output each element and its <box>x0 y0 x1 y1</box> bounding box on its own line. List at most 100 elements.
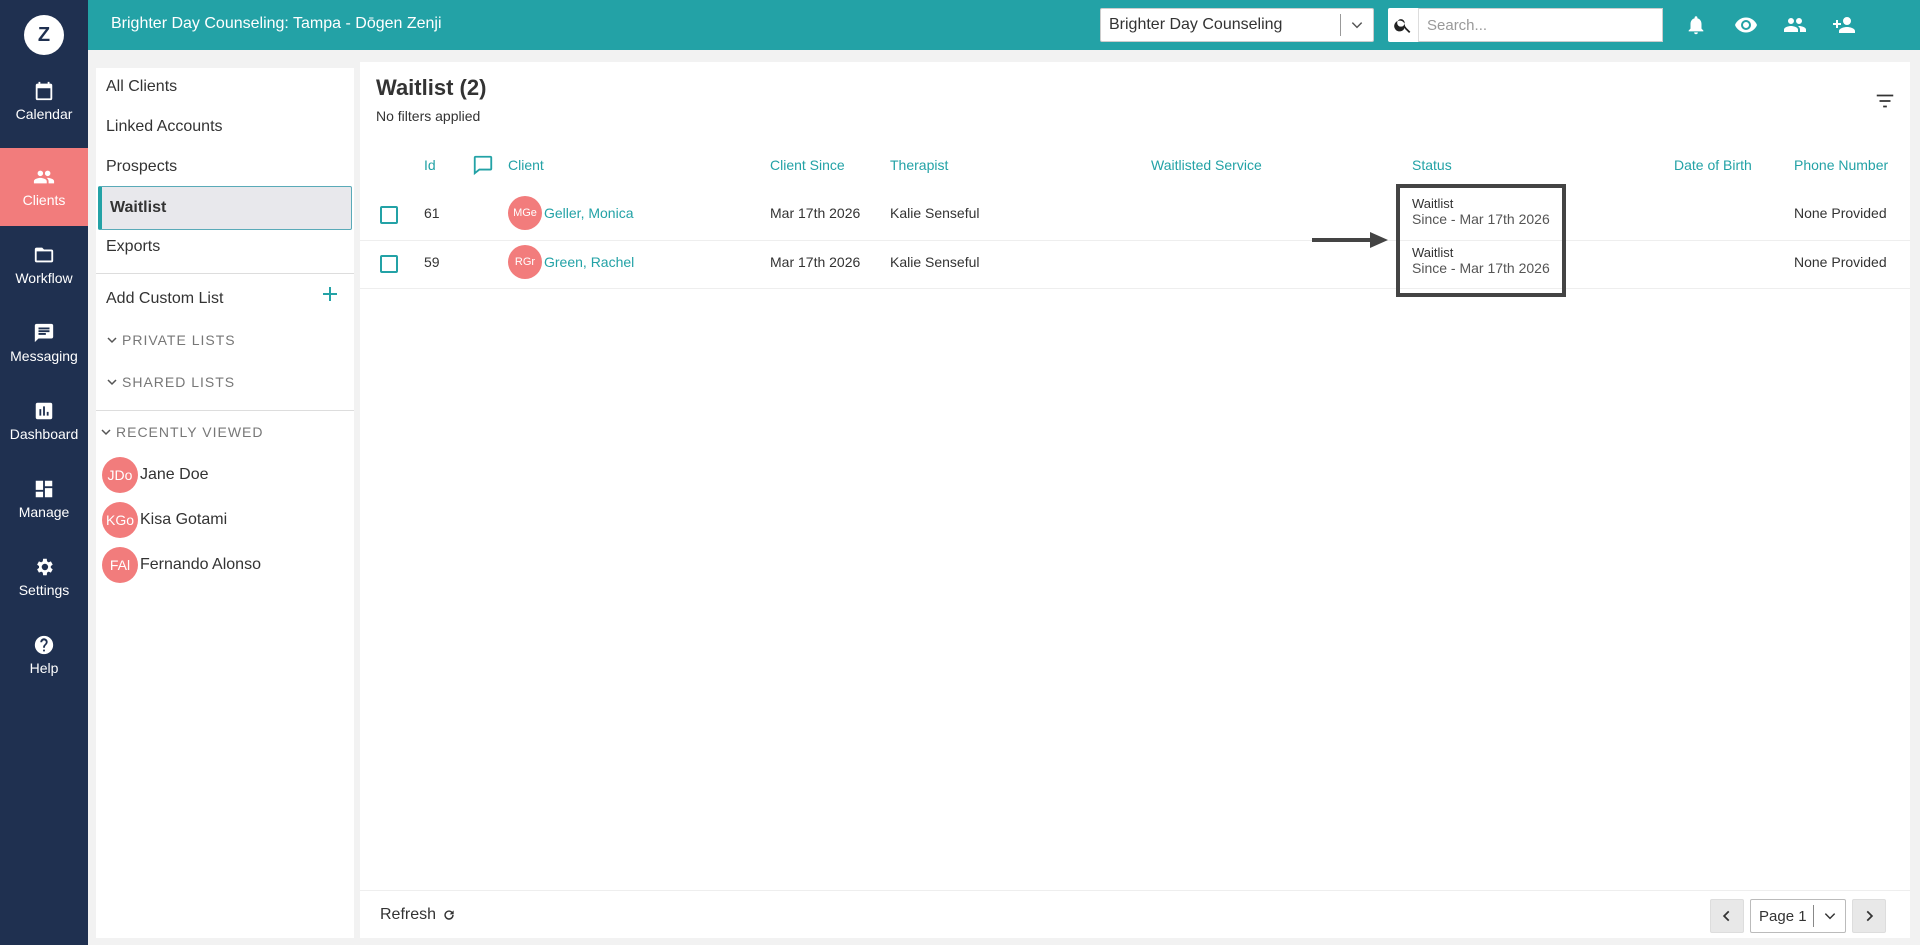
recent-client-item[interactable]: FAl Fernando Alonso <box>102 547 261 583</box>
arrow-right-icon <box>1312 232 1388 248</box>
nav-messaging[interactable]: Messaging <box>0 304 88 382</box>
nav-workflow[interactable]: Workflow <box>0 226 88 304</box>
status-highlight-box <box>1396 184 1566 297</box>
sidebar-item-prospects[interactable]: Prospects <box>106 158 177 176</box>
avatar: MGe <box>508 196 542 230</box>
shared-lists-toggle[interactable]: SHARED LISTS <box>106 374 235 390</box>
left-nav: Z Calendar Clients Workflow Messaging Da… <box>0 0 88 945</box>
add-client-button[interactable] <box>1831 13 1857 37</box>
phone-number: None Provided <box>1794 254 1887 270</box>
column-header-date-of-birth[interactable]: Date of Birth <box>1674 157 1752 173</box>
recent-client-name: Kisa Gotami <box>140 511 228 528</box>
sidebar-item-linked-accounts[interactable]: Linked Accounts <box>106 118 223 136</box>
calendar-icon <box>35 81 53 101</box>
recently-viewed-label: RECENTLY VIEWED <box>116 424 264 440</box>
row-checkbox[interactable] <box>380 206 398 224</box>
plus-icon[interactable] <box>320 284 340 304</box>
nav-clients-label: Clients <box>22 192 66 208</box>
nav-manage[interactable]: Manage <box>0 460 88 538</box>
row-checkbox[interactable] <box>380 255 398 273</box>
chevron-left-icon <box>1722 910 1730 922</box>
refresh-icon <box>444 910 454 920</box>
client-id: 59 <box>424 254 440 270</box>
filter-icon[interactable] <box>1874 90 1896 112</box>
row-divider <box>360 240 1910 241</box>
nav-dashboard[interactable]: Dashboard <box>0 382 88 460</box>
chevron-down-icon <box>107 379 117 386</box>
practice-title: Brighter Day Counseling: Tampa - Dōgen Z… <box>111 15 442 32</box>
column-header-status[interactable]: Status <box>1412 157 1452 173</box>
search-button[interactable] <box>1388 8 1418 42</box>
column-header-client[interactable]: Client <box>508 157 544 173</box>
page-title: Waitlist (2) <box>376 75 487 100</box>
main-content: Waitlist (2) No filters applied Id Clien… <box>360 62 1910 938</box>
client-link[interactable]: MGe Geller, Monica <box>508 196 633 230</box>
chevron-down-icon <box>107 337 117 344</box>
previous-page-button[interactable] <box>1710 899 1744 933</box>
gear-icon <box>37 558 53 576</box>
notifications-button[interactable] <box>1683 13 1709 37</box>
recent-client-item[interactable]: KGo Kisa Gotami <box>102 502 227 538</box>
page-select[interactable]: Page 1 <box>1750 899 1846 933</box>
chevron-right-icon <box>1866 910 1874 922</box>
client-since: Mar 17th 2026 <box>770 205 861 221</box>
client-link[interactable]: RGr Green, Rachel <box>508 245 634 279</box>
add-custom-list-link[interactable]: Add Custom List <box>106 290 223 308</box>
client-lists-sidebar: All Clients Linked Accounts Prospects Wa… <box>96 68 354 938</box>
recently-viewed-toggle[interactable]: RECENTLY VIEWED <box>100 424 264 440</box>
sidebar-item-exports[interactable]: Exports <box>106 238 160 256</box>
private-lists-toggle[interactable]: PRIVATE LISTS <box>106 332 236 348</box>
dashboard-icon <box>35 480 53 498</box>
nav-dashboard-label: Dashboard <box>9 426 79 442</box>
nav-help-label: Help <box>29 660 59 676</box>
nav-workflow-label: Workflow <box>15 270 73 286</box>
view-as-button[interactable] <box>1733 13 1759 37</box>
next-page-button[interactable] <box>1852 899 1886 933</box>
shared-lists-label: SHARED LISTS <box>122 374 236 390</box>
therapist-name: Kalie Senseful <box>890 254 980 270</box>
column-header-waitlisted-service[interactable]: Waitlisted Service <box>1151 157 1262 173</box>
sidebar-item-waitlist[interactable]: Waitlist <box>98 186 352 230</box>
nav-messaging-label: Messaging <box>10 348 78 364</box>
nav-calendar[interactable]: Calendar <box>0 62 88 140</box>
footer-divider <box>360 890 1910 891</box>
filters-status: No filters applied <box>376 108 481 124</box>
organization-select[interactable]: Brighter Day Counseling <box>1100 8 1374 42</box>
avatar: RGr <box>508 245 542 279</box>
nav-clients[interactable]: Clients <box>0 148 88 226</box>
nav-help[interactable]: Help <box>0 616 88 694</box>
client-name: Green, Rachel <box>544 254 635 270</box>
organization-select-value: Brighter Day Counseling <box>1109 16 1283 33</box>
client-since: Mar 17th 2026 <box>770 254 861 270</box>
sidebar-divider <box>96 410 354 411</box>
phone-number: None Provided <box>1794 205 1887 221</box>
search-input[interactable] <box>1418 8 1663 42</box>
folder-icon <box>34 247 54 263</box>
recent-client-name: Jane Doe <box>140 466 209 483</box>
message-icon[interactable] <box>472 154 494 176</box>
eye-icon <box>1735 17 1757 33</box>
people-icon <box>1784 18 1806 32</box>
chart-icon <box>35 402 53 420</box>
clients-button[interactable] <box>1782 13 1808 37</box>
avatar: JDo <box>102 457 138 493</box>
message-icon <box>34 323 54 343</box>
private-lists-label: PRIVATE LISTS <box>122 332 236 348</box>
recent-client-item[interactable]: JDo Jane Doe <box>102 457 209 493</box>
search-icon <box>1394 19 1411 33</box>
page-select-value: Page 1 <box>1759 907 1807 925</box>
column-header-therapist[interactable]: Therapist <box>890 157 948 173</box>
sidebar-item-all-clients[interactable]: All Clients <box>106 78 177 96</box>
app-logo[interactable]: Z <box>24 15 64 55</box>
nav-settings[interactable]: Settings <box>0 538 88 616</box>
column-header-client-since[interactable]: Client Since <box>770 157 845 173</box>
people-icon <box>33 170 55 184</box>
column-header-phone-number[interactable]: Phone Number <box>1794 157 1888 173</box>
column-header-id[interactable]: Id <box>424 157 436 173</box>
chevron-down-icon <box>101 429 111 436</box>
nav-manage-label: Manage <box>18 504 70 520</box>
refresh-button[interactable]: Refresh <box>380 906 456 924</box>
avatar: FAl <box>102 547 138 583</box>
chevron-down-icon <box>1814 909 1845 923</box>
avatar: KGo <box>102 502 138 538</box>
